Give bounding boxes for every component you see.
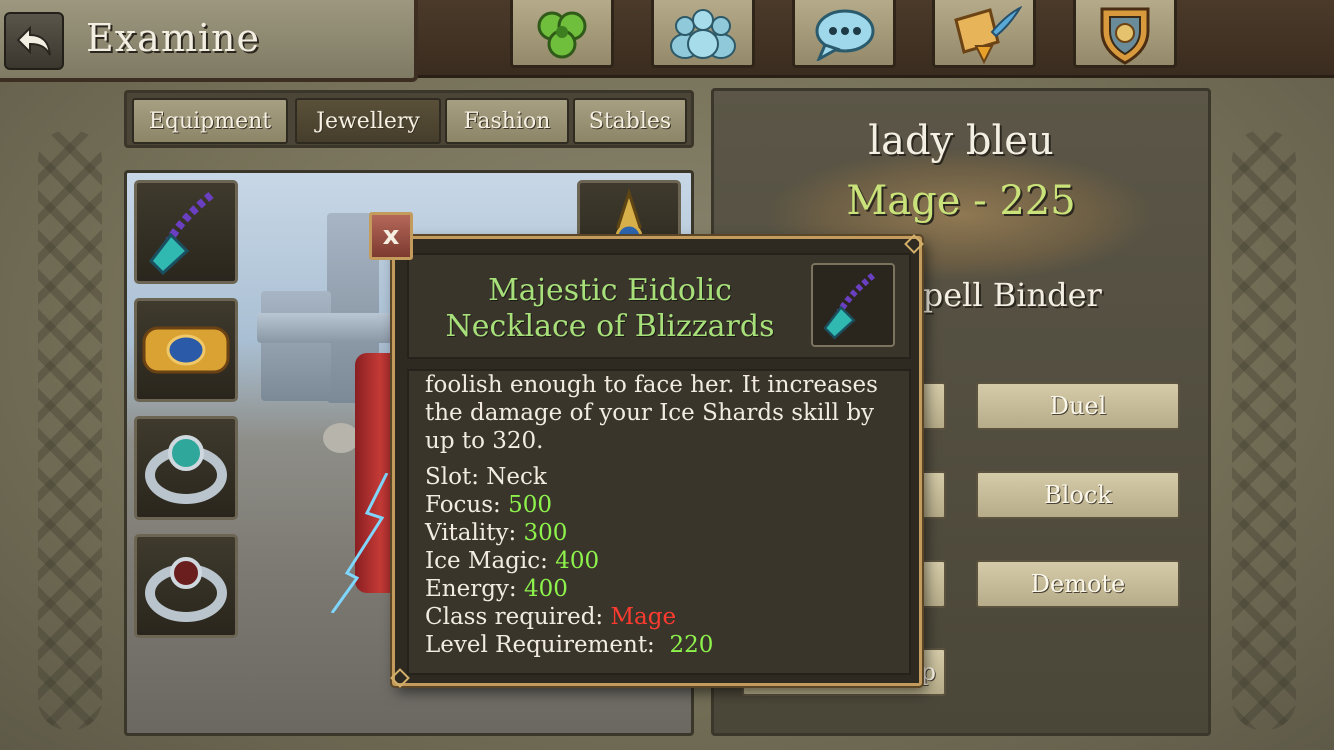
item-tooltip: Majestic Eidolic Necklace of Blizzards f… [390,234,924,688]
item-description: foolish enough to face her. It increases… [425,372,878,454]
bracelet-slot[interactable] [134,298,238,402]
stat-ice-magic: Ice Magic: 400 [425,547,895,575]
stat-value: 220 [669,632,714,658]
tab-jewellery[interactable]: Jewellery [295,98,441,144]
left-celtic-knot [38,130,102,730]
title-plate: Examine [0,0,418,82]
nav-button-triskele[interactable] [510,0,614,68]
tab-bar: Equipment Jewellery Fashion Stables [124,90,694,148]
character-name: lady bleu [868,118,1054,164]
guild-shield-icon [1100,7,1150,65]
demote-button[interactable]: Demote [976,560,1180,608]
back-button[interactable] [4,12,64,70]
back-arrow-icon [16,25,51,56]
bracelet-icon [142,326,230,374]
stat-label: Vitality: [425,520,524,546]
nav-button-guild[interactable] [1073,0,1177,68]
stat-slot: Slot: Neck [425,464,547,490]
duel-button[interactable]: Duel [976,382,1180,430]
necklace-icon [823,272,876,340]
stat-label: Ice Magic: [425,548,556,574]
ring-slot-2[interactable] [134,534,238,638]
tab-fashion[interactable]: Fashion [445,98,569,144]
stat-label: Energy: [425,576,524,602]
chat-icon [815,9,875,61]
necklace-icon [149,191,214,276]
nav-button-chat[interactable] [792,0,896,68]
character-class-level: Mage - 225 [846,178,1076,224]
stat-value: 500 [508,492,553,518]
tab-stables[interactable]: Stables [573,98,687,144]
block-button[interactable]: Block [976,471,1180,519]
rock [323,423,359,453]
nav-button-friends[interactable] [651,0,755,68]
corner-ornament [904,234,924,254]
stat-class-required: Class required: Mage [425,603,895,631]
right-celtic-knot [1232,130,1296,730]
stat-vitality: Vitality: 300 [425,519,895,547]
lightning-effect [330,473,389,613]
stat-level-requirement: Level Requirement: 220 [425,631,895,659]
item-title: Majestic Eidolic Necklace of Blizzards [445,273,775,344]
stat-value: 400 [524,576,568,602]
item-stats: Slot: Neck Focus: 500 Vitality: 300 Ice … [425,463,895,659]
ring-icon [145,557,227,622]
page-title: Examine [86,16,260,60]
friends-icon [670,8,736,59]
stat-value: 400 [555,548,600,574]
quest-scroll-icon [954,5,1022,64]
ring-slot-1[interactable] [134,416,238,520]
triskele-icon [537,11,587,58]
nav-button-quests[interactable] [932,0,1036,68]
stat-label: Focus: [425,492,509,518]
stat-focus: Focus: 500 [425,491,895,519]
tooltip-close-button[interactable]: x [369,212,413,260]
ring-icon [145,435,227,504]
stat-value: Mage [610,604,677,630]
stat-label: Level Requirement: [425,632,670,658]
tooltip-body: foolish enough to face her. It increases… [407,369,911,675]
stat-label: Class required: [425,604,611,630]
stat-energy: Energy: 400 [425,575,895,603]
item-icon-frame [811,263,895,347]
tab-equipment[interactable]: Equipment [132,98,288,144]
stat-value: 300 [523,520,568,546]
necklace-slot[interactable] [134,180,238,284]
standing-stone [261,291,331,401]
